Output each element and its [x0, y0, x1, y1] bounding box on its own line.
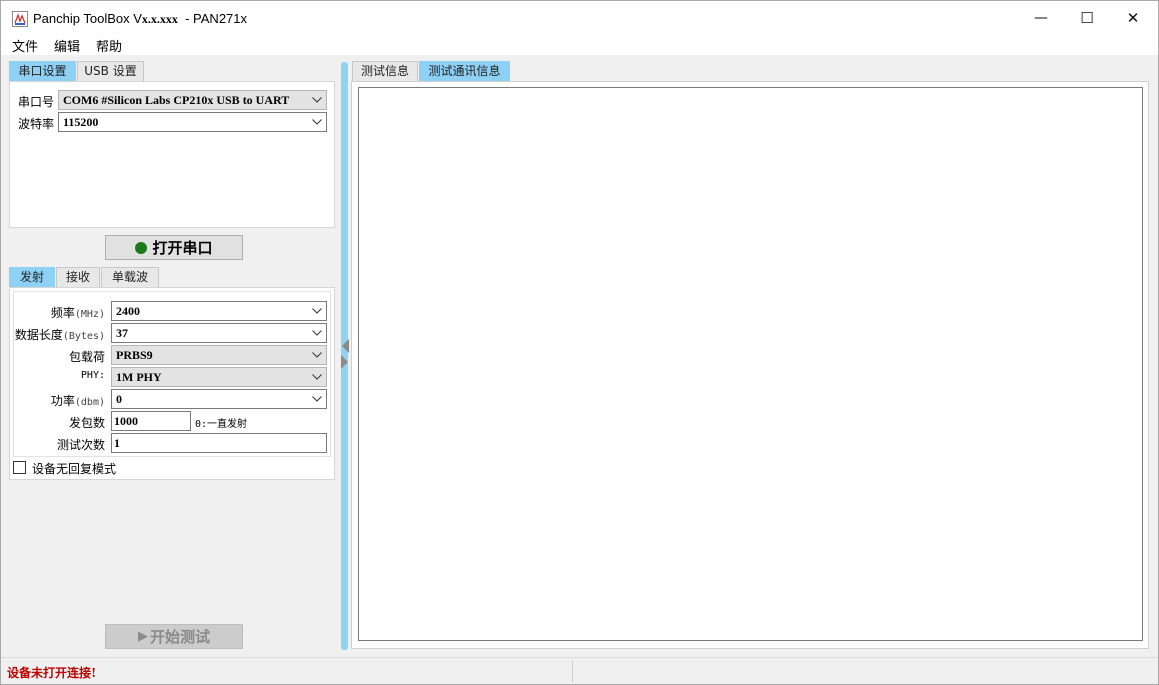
maximize-icon: ☐	[1080, 8, 1094, 27]
tab-test-info[interactable]: 测试信息	[352, 61, 418, 81]
start-test-button[interactable]: ▶ 开始测试	[105, 624, 243, 649]
power-label: 功率(dbm)	[51, 392, 105, 409]
serial-port-select[interactable]: COM6 #Silicon Labs CP210x USB to UART	[58, 90, 327, 110]
connection-status-text: 设备未打开连接!	[7, 666, 97, 680]
tab-test-comm-info[interactable]: 测试通讯信息	[419, 61, 510, 81]
payload-value: PRBS9	[116, 348, 153, 362]
phy-label: PHY:	[80, 370, 105, 381]
maximize-button[interactable]: ☐	[1064, 1, 1110, 34]
menu-bar: 文件 编辑 帮助	[1, 34, 1158, 55]
payload-label: 包载荷	[68, 350, 105, 364]
menu-edit[interactable]: 编辑	[54, 36, 80, 55]
serial-settings-panel: 串口号 COM6 #Silicon Labs CP210x USB to UAR…	[9, 81, 335, 228]
chevron-down-icon	[311, 113, 323, 131]
packet-count-label: 发包数	[68, 416, 105, 430]
menu-help[interactable]: 帮助	[96, 36, 122, 55]
data-length-label-text: 数据长度	[14, 328, 63, 342]
data-length-label: 数据长度(Bytes)	[15, 326, 105, 343]
phy-select[interactable]: 1M PHY	[111, 367, 327, 387]
no-reply-label: 设备无回复模式	[32, 462, 117, 476]
payload-select[interactable]: PRBS9	[111, 345, 327, 365]
menu-file[interactable]: 文件	[12, 36, 38, 55]
frequency-select[interactable]: 2400	[111, 301, 327, 321]
expand-right-icon[interactable]	[341, 355, 349, 369]
frequency-unit: (MHz)	[74, 309, 105, 320]
transmit-params-group: 频率(MHz) 2400 数据长度(Bytes) 37 包载荷 PRBS9 PH…	[13, 291, 331, 457]
comm-info-panel	[351, 81, 1149, 649]
baud-rate-label: 波特率	[18, 117, 55, 131]
minimize-button[interactable]: —	[1018, 1, 1064, 34]
serial-port-label: 串口号	[18, 95, 55, 109]
status-divider	[572, 660, 573, 682]
serial-port-value: COM6 #Silicon Labs CP210x USB to UART	[63, 93, 290, 107]
test-count-input[interactable]: 1	[111, 433, 327, 453]
frequency-label-text: 频率	[50, 306, 75, 320]
phy-value: 1M PHY	[116, 370, 162, 384]
data-length-unit: (Bytes)	[62, 331, 105, 342]
packet-count-input[interactable]: 1000	[111, 411, 191, 431]
chevron-down-icon	[311, 91, 323, 109]
title-bar: Panchip ToolBox Vx.x.xxx - PAN271x — ☐ ✕	[1, 1, 1158, 34]
tab-serial-settings[interactable]: 串口设置	[9, 61, 76, 81]
collapse-left-icon[interactable]	[341, 339, 349, 353]
baud-rate-select[interactable]: 115200	[58, 112, 327, 132]
play-icon: ▶	[137, 629, 148, 644]
chevron-down-icon	[311, 324, 323, 342]
chevron-down-icon	[311, 390, 323, 408]
chevron-down-icon	[311, 346, 323, 364]
packet-count-hint: 0:一直发射	[195, 419, 248, 430]
close-button[interactable]: ✕	[1110, 1, 1156, 34]
status-bar: 设备未打开连接!	[1, 657, 1158, 684]
tab-usb-settings[interactable]: USB 设置	[77, 61, 144, 81]
start-test-label: 开始测试	[149, 628, 210, 646]
window-title: Panchip ToolBox Vx.x.xxx - PAN271x	[33, 11, 247, 27]
title-version: x.x.xxx	[141, 12, 178, 26]
open-serial-label: 打开串口	[152, 239, 213, 257]
power-label-text: 功率	[50, 394, 75, 408]
frequency-label: 频率(MHz)	[51, 304, 105, 321]
power-select[interactable]: 0	[111, 389, 327, 409]
connection-status-dot-icon	[135, 241, 148, 254]
power-value: 0	[116, 392, 122, 406]
test-count-label: 测试次数	[56, 438, 105, 452]
open-serial-button[interactable]: 打开串口	[105, 235, 243, 260]
title-app-name: Panchip ToolBox V	[33, 11, 142, 26]
title-device: - PAN271x	[177, 11, 248, 26]
tab-transmit[interactable]: 发射	[9, 267, 55, 287]
no-reply-checkbox[interactable]	[13, 461, 26, 474]
close-icon: ✕	[1126, 8, 1140, 27]
data-length-value: 37	[116, 326, 128, 340]
tab-receive[interactable]: 接收	[56, 267, 100, 287]
data-length-select[interactable]: 37	[111, 323, 327, 343]
tab-single-carrier[interactable]: 单载波	[101, 267, 159, 287]
chevron-down-icon	[311, 368, 323, 386]
power-unit: (dbm)	[74, 397, 105, 408]
minimize-icon: —	[1034, 9, 1048, 26]
app-logo-icon	[12, 11, 28, 27]
app-window: Panchip ToolBox Vx.x.xxx - PAN271x — ☐ ✕…	[0, 0, 1159, 685]
baud-rate-value: 115200	[63, 115, 99, 129]
comm-log-textarea[interactable]	[358, 87, 1143, 641]
transmit-panel: 频率(MHz) 2400 数据长度(Bytes) 37 包载荷 PRBS9 PH…	[9, 287, 335, 480]
frequency-value: 2400	[116, 304, 140, 318]
chevron-down-icon	[311, 302, 323, 320]
